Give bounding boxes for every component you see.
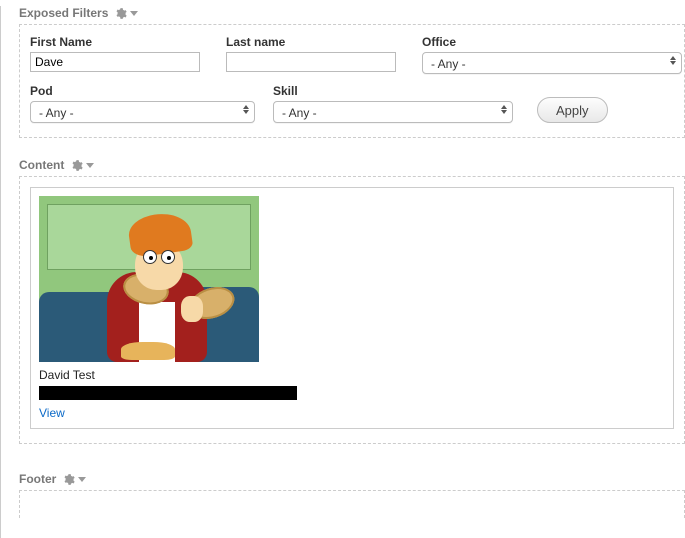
redacted-bar — [39, 386, 297, 400]
first-name-label: First Name — [30, 35, 200, 49]
gear-icon — [114, 7, 127, 20]
stepper-icon — [670, 56, 676, 65]
item-title: David Test — [39, 368, 665, 382]
view-link[interactable]: View — [39, 406, 65, 420]
office-select[interactable]: - Any - — [422, 52, 682, 74]
profile-image — [39, 196, 259, 362]
exposed-filters-panel: First Name Last name Office - Any - Pod … — [19, 24, 685, 138]
office-select-value: - Any - — [423, 53, 681, 75]
exposed-filters-settings[interactable] — [114, 7, 138, 20]
content-title: Content — [19, 158, 64, 172]
content-header: Content — [19, 158, 685, 172]
skill-select[interactable]: - Any - — [273, 101, 513, 123]
chevron-down-icon — [130, 11, 138, 16]
chevron-down-icon — [78, 477, 86, 482]
apply-button[interactable]: Apply — [537, 97, 608, 123]
gear-icon — [70, 159, 83, 172]
first-name-field: First Name — [30, 35, 200, 74]
footer-settings[interactable] — [62, 473, 86, 486]
gear-icon — [62, 473, 75, 486]
chevron-down-icon — [86, 163, 94, 168]
skill-field: Skill - Any - — [273, 84, 513, 123]
skill-select-value: - Any - — [274, 102, 512, 124]
stepper-icon — [243, 105, 249, 114]
exposed-filters-title: Exposed Filters — [19, 6, 108, 20]
footer-title: Footer — [19, 472, 56, 486]
last-name-field: Last name — [226, 35, 396, 74]
footer-panel — [19, 490, 685, 518]
content-item: David Test View — [30, 187, 674, 429]
pod-label: Pod — [30, 84, 255, 98]
stepper-icon — [501, 105, 507, 114]
office-field: Office - Any - — [422, 35, 682, 74]
first-name-input[interactable] — [30, 52, 200, 72]
pod-field: Pod - Any - — [30, 84, 255, 123]
last-name-label: Last name — [226, 35, 396, 49]
pod-select[interactable]: - Any - — [30, 101, 255, 123]
last-name-input[interactable] — [226, 52, 396, 72]
pod-select-value: - Any - — [31, 102, 254, 124]
skill-label: Skill — [273, 84, 513, 98]
footer-header: Footer — [19, 472, 685, 486]
content-panel: David Test View — [19, 176, 685, 444]
content-settings[interactable] — [70, 159, 94, 172]
office-label: Office — [422, 35, 682, 49]
exposed-filters-header: Exposed Filters — [19, 6, 685, 20]
